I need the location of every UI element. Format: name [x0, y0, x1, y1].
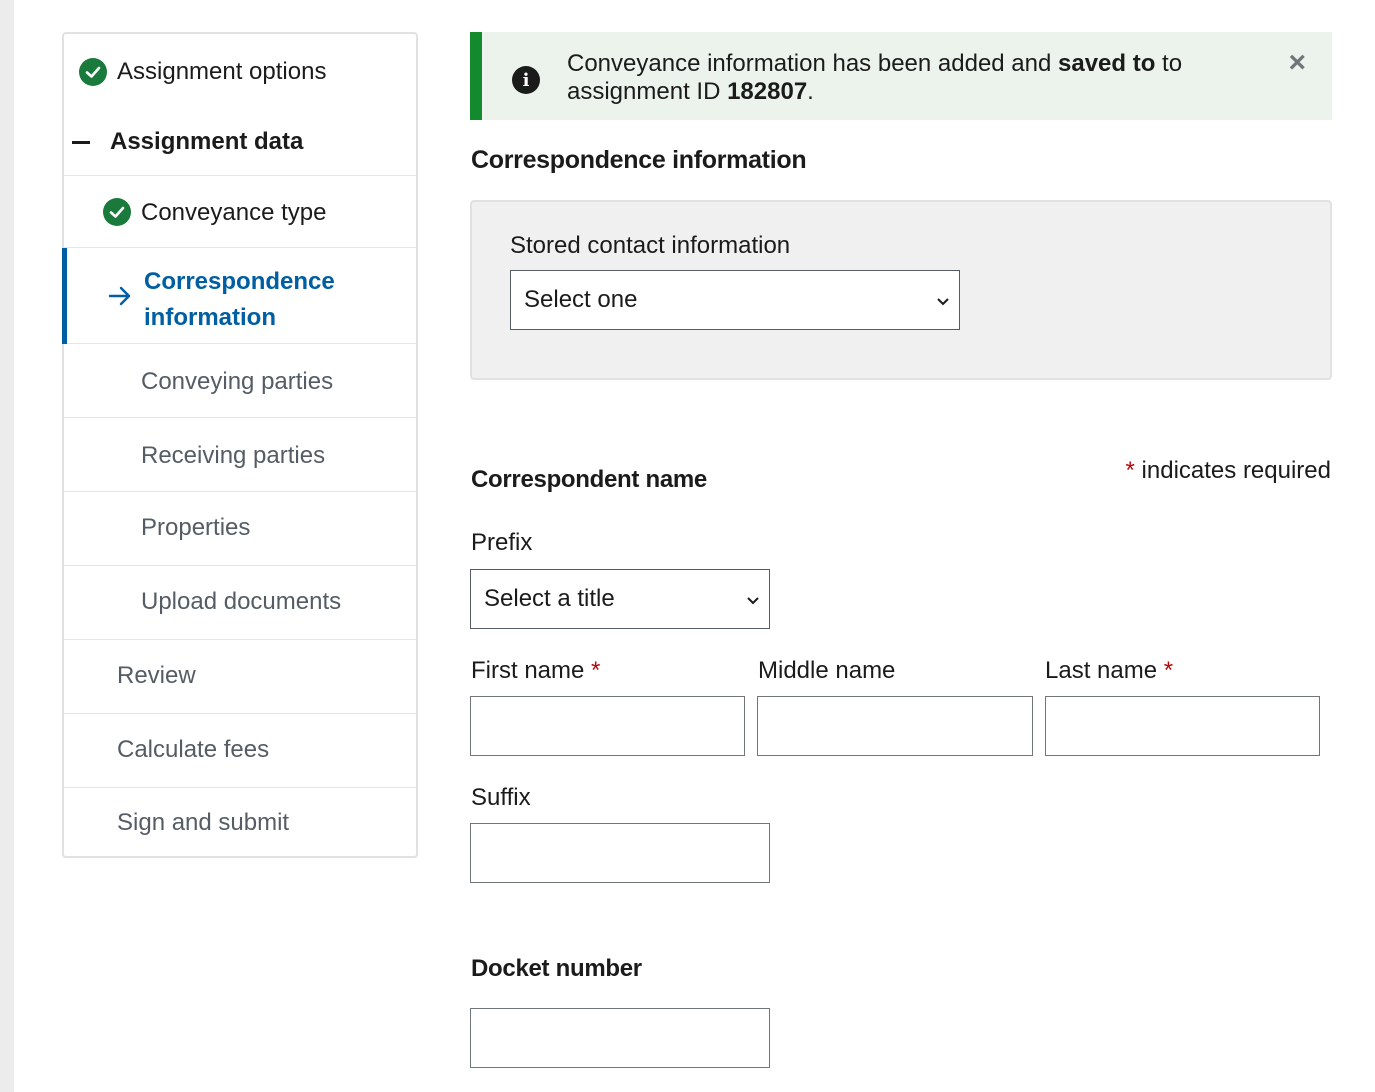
nav-item-assignment-data[interactable]: Assignment data	[64, 106, 416, 176]
middle-name-input[interactable]	[757, 696, 1033, 756]
select-value: Select one	[524, 286, 638, 313]
suffix-input[interactable]	[470, 823, 770, 883]
required-asterisk: *	[591, 657, 601, 684]
nav-item-conveyance-type[interactable]: Conveyance type	[64, 176, 416, 248]
docket-number-input[interactable]	[470, 1008, 770, 1068]
side-navigation: Assignment options Assignment data Conve…	[62, 32, 418, 858]
label-text: First name	[471, 657, 585, 684]
prefix-label: Prefix	[471, 529, 533, 556]
last-name-label: Last name *	[1045, 657, 1173, 685]
alert-text: .	[807, 78, 814, 105]
check-circle-icon	[79, 58, 107, 86]
nav-label: Upload documents	[141, 588, 342, 615]
last-name-input[interactable]	[1045, 696, 1320, 756]
first-name-input[interactable]	[470, 696, 745, 756]
left-rail	[0, 0, 14, 1092]
success-alert: i Conveyance information has been added …	[470, 32, 1332, 120]
required-asterisk: *	[1163, 657, 1174, 684]
nav-item-sign-and-submit[interactable]: Sign and submit	[64, 788, 416, 856]
nav-item-conveying-parties[interactable]: Conveying parties	[64, 344, 416, 418]
stored-contact-label: Stored contact information	[510, 232, 791, 259]
required-text: indicates required	[1141, 457, 1331, 484]
nav-label-line1: Correspondence	[144, 268, 335, 295]
nav-label: Properties	[141, 514, 251, 541]
nav-label: Conveying parties	[141, 368, 334, 395]
nav-label: Conveyance type	[141, 199, 327, 226]
alert-text-bold: saved to	[1058, 50, 1156, 77]
stored-contact-panel: Stored contact information Select one	[470, 200, 1332, 380]
nav-label-line2: information	[144, 304, 276, 331]
stored-contact-select[interactable]: Select one	[510, 270, 960, 330]
active-indicator	[62, 248, 67, 344]
check-circle-icon	[103, 198, 131, 226]
label-text: Last name	[1045, 657, 1158, 684]
middle-name-label: Middle name	[758, 657, 896, 684]
nav-label: Calculate fees	[117, 736, 270, 763]
minus-icon	[72, 141, 90, 144]
chevron-down-icon	[937, 298, 949, 306]
first-name-label: First name *	[471, 657, 600, 685]
chevron-down-icon	[747, 597, 759, 605]
nav-item-upload-documents[interactable]: Upload documents	[64, 566, 416, 640]
select-value: Select a title	[484, 585, 615, 612]
nav-label: Assignment options	[117, 58, 327, 85]
alert-message: Conveyance information has been added an…	[567, 50, 1247, 106]
nav-item-assignment-options[interactable]: Assignment options	[64, 34, 416, 106]
arrow-right-icon	[107, 283, 133, 316]
nav-item-review[interactable]: Review	[64, 640, 416, 714]
suffix-label: Suffix	[471, 784, 531, 811]
nav-item-receiving-parties[interactable]: Receiving parties	[64, 418, 416, 492]
nav-item-correspondence-information[interactable]: Correspondence information	[62, 248, 416, 344]
assignment-id: 182807	[727, 78, 808, 105]
nav-label: Assignment data	[110, 128, 304, 155]
alert-text: Conveyance information has been added an…	[567, 50, 1059, 77]
docket-number-title: Docket number	[471, 955, 642, 982]
correspondent-name-title: Correspondent name	[471, 466, 707, 493]
nav-label: Receiving parties	[141, 442, 326, 469]
nav-label: Review	[117, 662, 196, 689]
close-icon[interactable]: ×	[1288, 46, 1306, 80]
section-title: Correspondence information	[471, 146, 807, 174]
info-icon: i	[512, 66, 540, 94]
required-legend: * indicates required	[1126, 457, 1331, 485]
nav-item-calculate-fees[interactable]: Calculate fees	[64, 714, 416, 788]
prefix-select[interactable]: Select a title	[470, 569, 770, 629]
nav-label: Correspondence information	[144, 264, 335, 336]
nav-label: Sign and submit	[117, 809, 290, 836]
required-asterisk: *	[1125, 457, 1135, 484]
nav-item-properties[interactable]: Properties	[64, 492, 416, 566]
